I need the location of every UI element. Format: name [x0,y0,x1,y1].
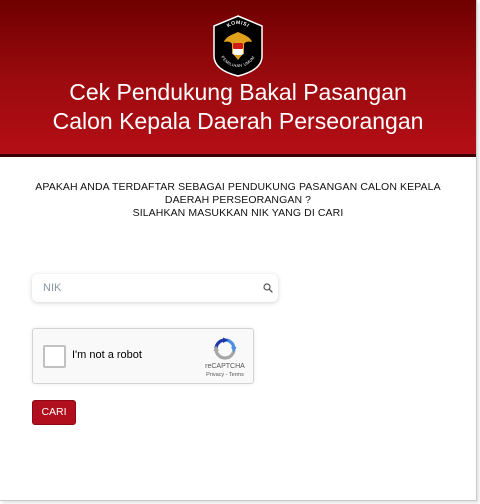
page-title-line1: Cek Pendukung Bakal Pasangan [69,79,407,105]
instructions-line2: DAERAH PERSEORANGAN ? [164,194,312,206]
recaptcha-links: Privacy - Terms [197,372,253,378]
page-title-line2: Calon Kepala Daerah Perseorangan [52,108,424,134]
instructions-line1: APAKAH ANDA TERDAFTAR SEBAGAI PENDUKUNG … [35,181,441,193]
recaptcha-terms-link[interactable]: Terms [229,372,244,378]
cari-button[interactable]: CARI [32,400,76,425]
recaptcha-checkbox[interactable] [43,345,66,368]
kpu-logo: KOMISI PEMILIHAN UMUM [210,14,266,78]
recaptcha-brand: reCAPTCHA [205,363,245,370]
recaptcha-logo-icon [213,337,237,360]
header-banner: KOMISI PEMILIHAN UMUM Cek Pendukung Baka… [0,0,476,157]
nik-search-field [32,274,278,302]
nik-input[interactable] [32,274,243,302]
instructions-line3: SILAHKAN MASUKKAN NIK YANG DI CARI [132,207,344,219]
search-icon[interactable] [263,283,273,293]
recaptcha-widget: I'm not a robot reCAPTCHA Privacy - Term… [32,328,254,384]
recaptcha-label: I'm not a robot [72,349,142,361]
page-title: Cek Pendukung Bakal Pasangan Calon Kepal… [0,78,476,136]
instructions: APAKAH ANDA TERDAFTAR SEBAGAI PENDUKUNG … [20,181,456,220]
recaptcha-privacy-link[interactable]: Privacy [206,372,224,378]
page: KOMISI PEMILIHAN UMUM Cek Pendukung Baka… [0,0,477,501]
